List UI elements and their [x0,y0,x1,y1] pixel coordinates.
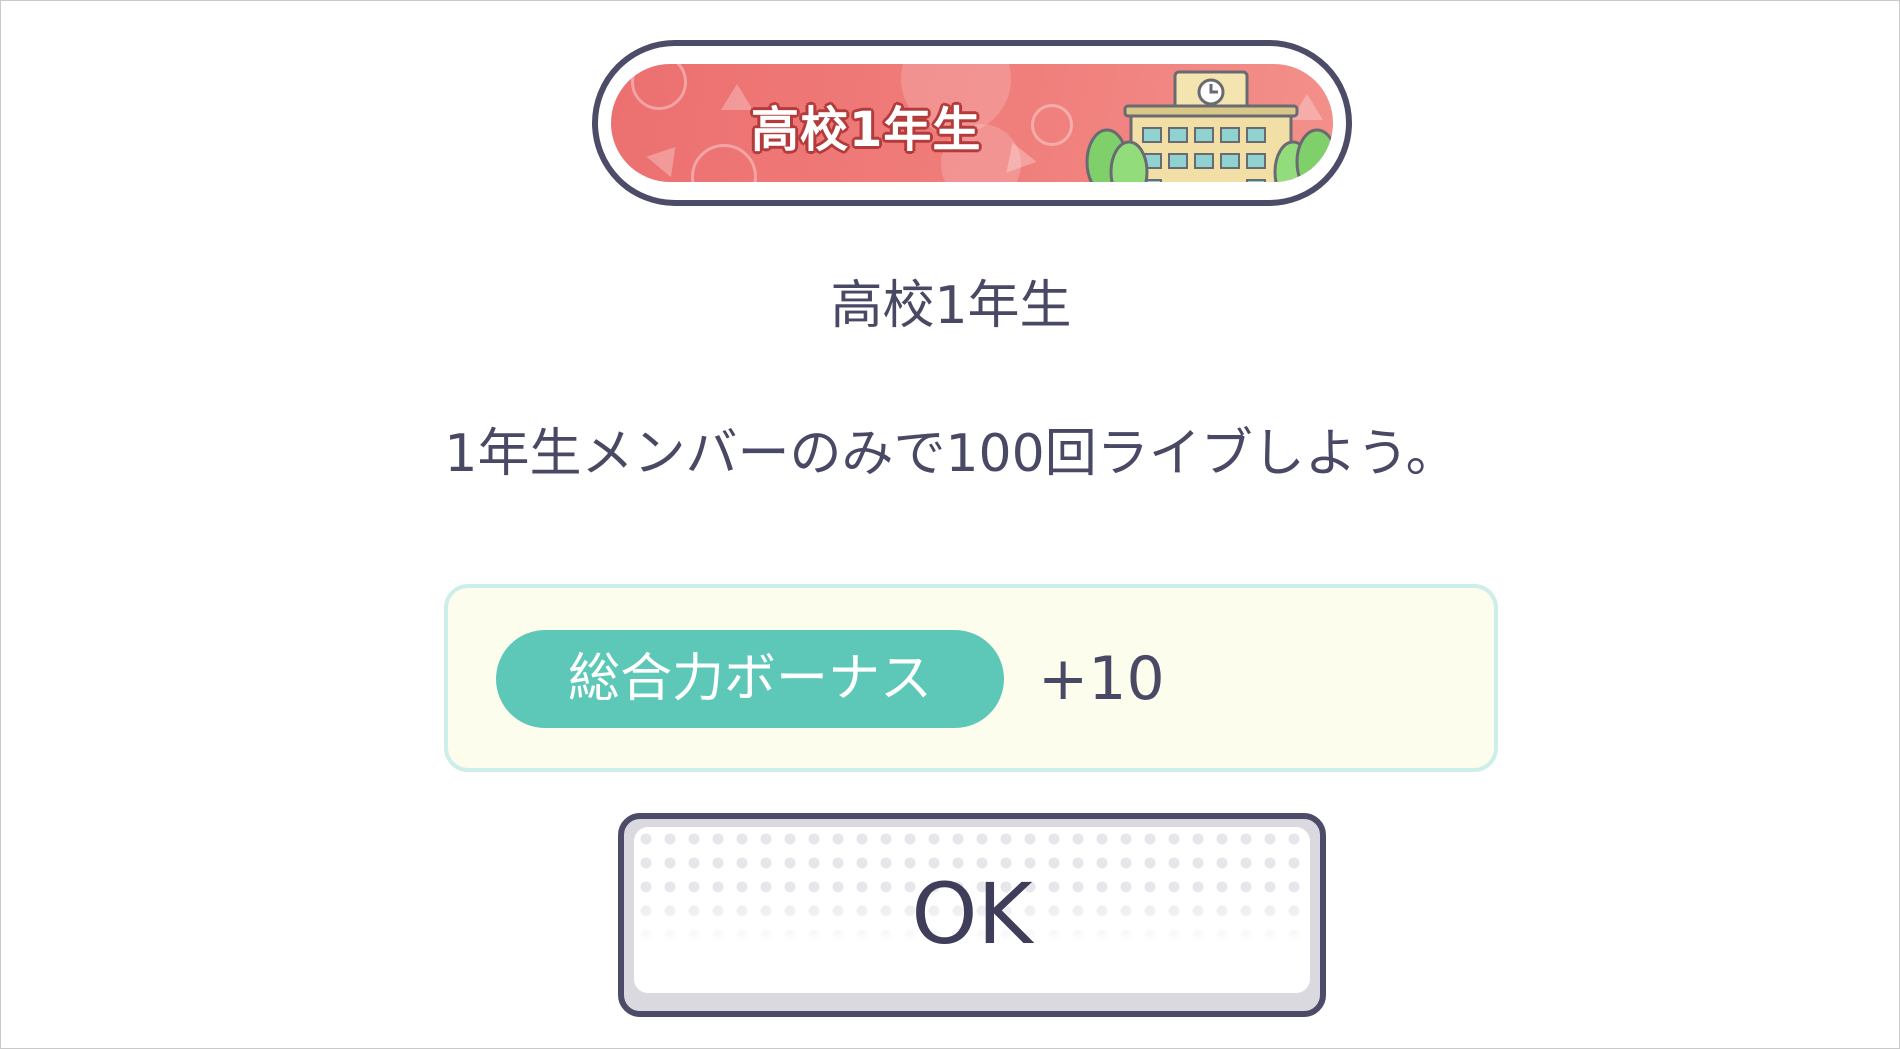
title-badge: 高校1年生 [592,40,1352,206]
bonus-value: +10 [1038,644,1165,714]
bonus-label: 総合力ボーナス [496,630,1004,728]
school-building-icon [1085,70,1333,182]
dialog: 高校1年生 高校1年生 1年生メンバーのみで100回ライブしよう。 総合力ボーナ… [0,0,1900,1049]
badge-decoration [721,84,753,110]
ok-button[interactable]: OK [618,813,1326,1017]
achievement-description: 1年生メンバーのみで100回ライブしよう。 [444,424,1458,484]
ok-button-label[interactable]: OK [624,865,1320,963]
title-badge-banner: 高校1年生 [611,64,1333,182]
badge-title-label: 高校1年生 [751,102,982,158]
badge-decoration [631,64,687,110]
badge-decoration [691,144,757,182]
bonus-panel: 総合力ボーナス +10 [444,584,1498,772]
badge-decoration [1031,104,1073,146]
achievement-title: 高校1年生 [830,276,1072,336]
badge-decoration [646,136,688,178]
